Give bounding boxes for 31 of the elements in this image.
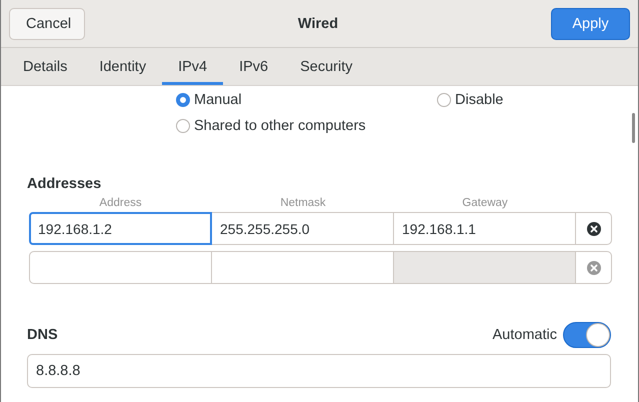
tab[interactable]: IPv4: [162, 48, 224, 85]
tab[interactable]: Details: [7, 48, 84, 85]
input-field[interactable]: 255.255.255.0: [212, 212, 394, 245]
cancel-button[interactable]: Cancel: [9, 8, 85, 40]
tab[interactable]: Security: [284, 48, 368, 85]
clear-icon: [586, 260, 600, 274]
radio-option[interactable]: Disable: [437, 92, 611, 108]
input-field[interactable]: 192.168.1.2: [29, 212, 212, 245]
section-heading: Addresses: [27, 176, 102, 192]
scrollbar-thumb[interactable]: [632, 113, 635, 143]
input-field[interactable]: 8.8.8.8: [27, 354, 611, 388]
radio-button[interactable]: [176, 119, 190, 133]
radio-button[interactable]: [437, 93, 451, 107]
input-field[interactable]: 192.168.1.1: [394, 212, 576, 245]
section-heading: DNS: [27, 327, 58, 343]
column-label: Netmask: [279, 197, 327, 209]
window-title: Wired: [298, 16, 338, 32]
column-label: Gateway: [461, 197, 509, 209]
clear-icon: [586, 222, 600, 236]
input-field[interactable]: [212, 251, 394, 284]
tab[interactable]: Identity: [83, 48, 162, 85]
toggle-switch[interactable]: [563, 322, 611, 348]
remove-button[interactable]: [576, 212, 612, 245]
tab[interactable]: IPv6: [223, 48, 284, 85]
input-field[interactable]: [29, 251, 212, 284]
apply-button[interactable]: Apply: [551, 8, 630, 40]
radio-option[interactable]: Manual: [176, 92, 437, 108]
column-label: Address: [98, 197, 143, 209]
radio-button[interactable]: [176, 93, 190, 107]
radio-option[interactable]: Shared to other computers: [176, 118, 437, 134]
switch-label: Automatic: [492, 327, 557, 343]
